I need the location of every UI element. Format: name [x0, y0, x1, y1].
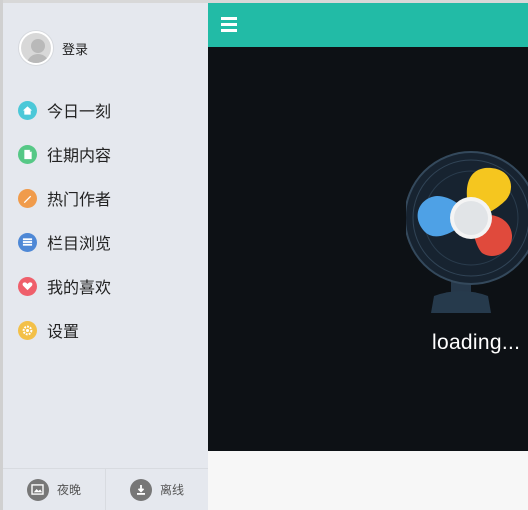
home-icon: [18, 100, 37, 120]
sidebar-item-label: 往期内容: [47, 146, 112, 165]
app-header: [208, 3, 528, 47]
sidebar-item-label: 今日一刻: [47, 102, 112, 121]
menu-toggle-button[interactable]: [221, 17, 237, 32]
night-mode-button[interactable]: 夜晚: [3, 469, 105, 510]
sidebar-item-label: 热门作者: [47, 190, 112, 209]
night-mode-label: 夜晚: [56, 483, 81, 497]
loading-screen: loading...: [208, 47, 528, 451]
hamburger-icon: [221, 17, 237, 20]
sidebar-item-favorites[interactable]: 我的喜欢: [18, 264, 111, 308]
login-link[interactable]: 登录: [62, 39, 88, 58]
sidebar-menu: 今日一刻 往期内容 热门作者 栏目浏览 我的喜欢 设置: [18, 88, 111, 352]
sidebar-item-past[interactable]: 往期内容: [18, 132, 111, 176]
sidebar-item-columns[interactable]: 栏目浏览: [18, 220, 111, 264]
sidebar-item-today[interactable]: 今日一刻: [18, 88, 111, 132]
pen-icon: [18, 188, 37, 208]
download-icon: [129, 478, 152, 501]
document-icon: [18, 144, 37, 164]
sidebar: 登录 今日一刻 往期内容 热门作者 栏目浏览 我的喜欢 设置 夜晚 离线: [3, 3, 208, 510]
offline-label: 离线: [159, 483, 184, 497]
list-icon: [18, 232, 37, 252]
sidebar-item-label: 我的喜欢: [47, 278, 112, 297]
fan-icon: [406, 151, 528, 313]
gear-icon: [18, 320, 37, 340]
sidebar-item-settings[interactable]: 设置: [18, 308, 111, 352]
sidebar-item-label: 栏目浏览: [47, 234, 112, 253]
sidebar-item-authors[interactable]: 热门作者: [18, 176, 111, 220]
heart-icon: [18, 276, 37, 296]
offline-button[interactable]: 离线: [105, 469, 208, 510]
sidebar-item-label: 设置: [47, 322, 80, 341]
sidebar-bottom-bar: 夜晚 离线: [3, 468, 208, 510]
image-icon: [26, 478, 49, 501]
loading-text: loading...: [432, 331, 521, 354]
content-area: [208, 451, 528, 510]
avatar[interactable]: [19, 31, 53, 65]
user-login[interactable]: 登录: [19, 31, 88, 65]
app-window: 登录 今日一刻 往期内容 热门作者 栏目浏览 我的喜欢 设置 夜晚 离线 loa…: [0, 0, 528, 510]
